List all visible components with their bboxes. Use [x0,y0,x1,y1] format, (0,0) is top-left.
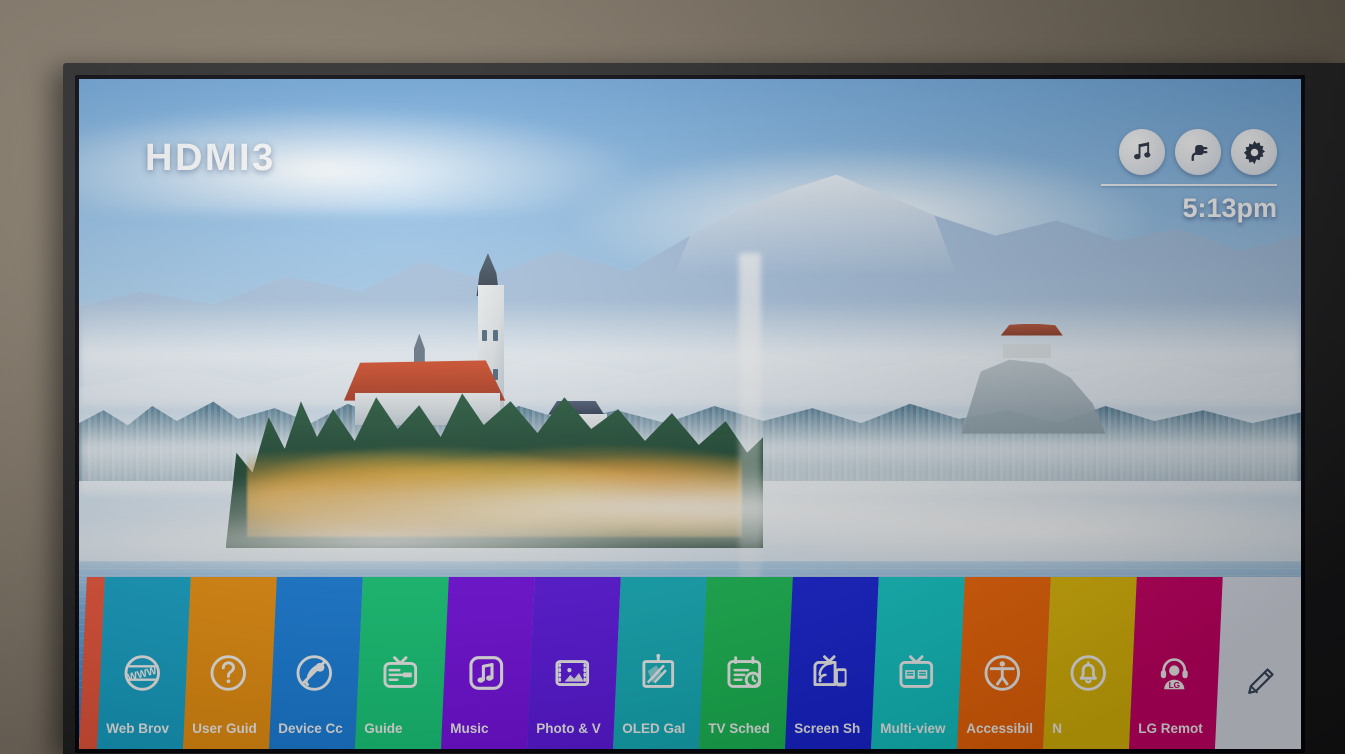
launcher-tile-label: Device Cc [278,721,343,736]
launcher-tile-label [1217,736,1301,749]
launcher-tile-music[interactable]: Music [441,577,535,749]
launcher-tile-tv-scheduler[interactable]: TV Sched [699,577,793,749]
launcher-tile-accessibility[interactable]: Accessibil [957,577,1051,749]
launcher-tile-guide[interactable]: Guide [355,577,449,749]
pencil-edit-icon [1236,658,1284,706]
music-note-icon [462,649,510,697]
input-source-label: HDMI3 [145,137,276,179]
church-window [493,330,499,342]
launcher-tile-notifications[interactable]: N [1043,577,1137,749]
launcher-tile-photo-video[interactable]: Photo & V [527,577,621,749]
launcher-tile-screen-share[interactable]: Screen Sh [785,577,879,749]
status-cluster: 5:13pm [1101,129,1277,224]
launcher-tile-user-guide[interactable]: User Guid [183,577,277,749]
lg-support-agent-icon: LG [1150,649,1198,697]
bell-icon [1064,649,1112,697]
photo-video-icon [548,649,596,697]
launcher-tile-label: Multi-view [880,721,946,736]
multi-view-icon [892,649,940,697]
launcher-tile-label: Photo & V [536,721,601,736]
launcher-tile-label: TV Sched [708,721,770,736]
launcher-bar: WWW Web Brov User Guid Device Cc Guide M… [79,577,1301,749]
launcher-tile-label: LG Remot [1138,721,1203,736]
launcher-tile-lg-remote-service[interactable]: LG LG Remot [1129,577,1223,749]
launcher-tile-label: N [1052,721,1063,736]
question-mark-icon [204,649,252,697]
accessibility-icon [978,649,1026,697]
launcher-tile-oled-gallery[interactable]: OLED Gal [613,577,707,749]
church-window [482,330,488,342]
tv-guide-icon [376,649,424,697]
svg-text:LG: LG [1169,681,1180,690]
launcher-tile-label: Screen Sh [794,721,861,736]
oled-gallery-icon [634,649,682,697]
launcher-tile-web-browser[interactable]: WWW Web Brov [97,577,191,749]
tv-scheduler-icon [720,649,768,697]
launcher-tile-edit[interactable] [1215,577,1301,749]
bled-castle-roof [1000,323,1063,336]
clock: 5:13pm [1182,193,1277,223]
tv-bezel: HDMI3 5:13pm WWW Web Brov User Guid Devi… [63,63,1345,754]
launcher-tile-label: Music [450,721,489,736]
launcher-tile-label: OLED Gal [622,721,686,736]
music-icon[interactable] [1119,129,1165,175]
gear-icon[interactable] [1231,129,1277,175]
www-globe-icon: WWW [118,649,166,697]
device-connector-icon [290,649,338,697]
screen-share-icon [806,649,854,697]
svg-text:WWW: WWW [126,665,158,684]
bled-castle-wall [1002,343,1051,358]
launcher-tile-multi-view[interactable]: Multi-view [871,577,965,749]
lake-mist [616,494,1301,569]
status-icon-group [1101,129,1277,175]
launcher-tile-label: User Guid [192,721,257,736]
launcher-tile-device-connector[interactable]: Device Cc [269,577,363,749]
launcher-tile-label: Guide [364,721,403,736]
input-plug-icon[interactable] [1175,129,1221,175]
launcher-tile-label: Accessibil [966,721,1034,736]
launcher-tile-label: Web Brov [106,721,170,736]
tv-screen: HDMI3 5:13pm WWW Web Brov User Guid Devi… [79,79,1301,749]
room-background: HDMI3 5:13pm WWW Web Brov User Guid Devi… [0,0,1345,754]
tv-inner-edge: HDMI3 5:13pm WWW Web Brov User Guid Devi… [75,75,1305,753]
status-divider [1101,184,1277,186]
